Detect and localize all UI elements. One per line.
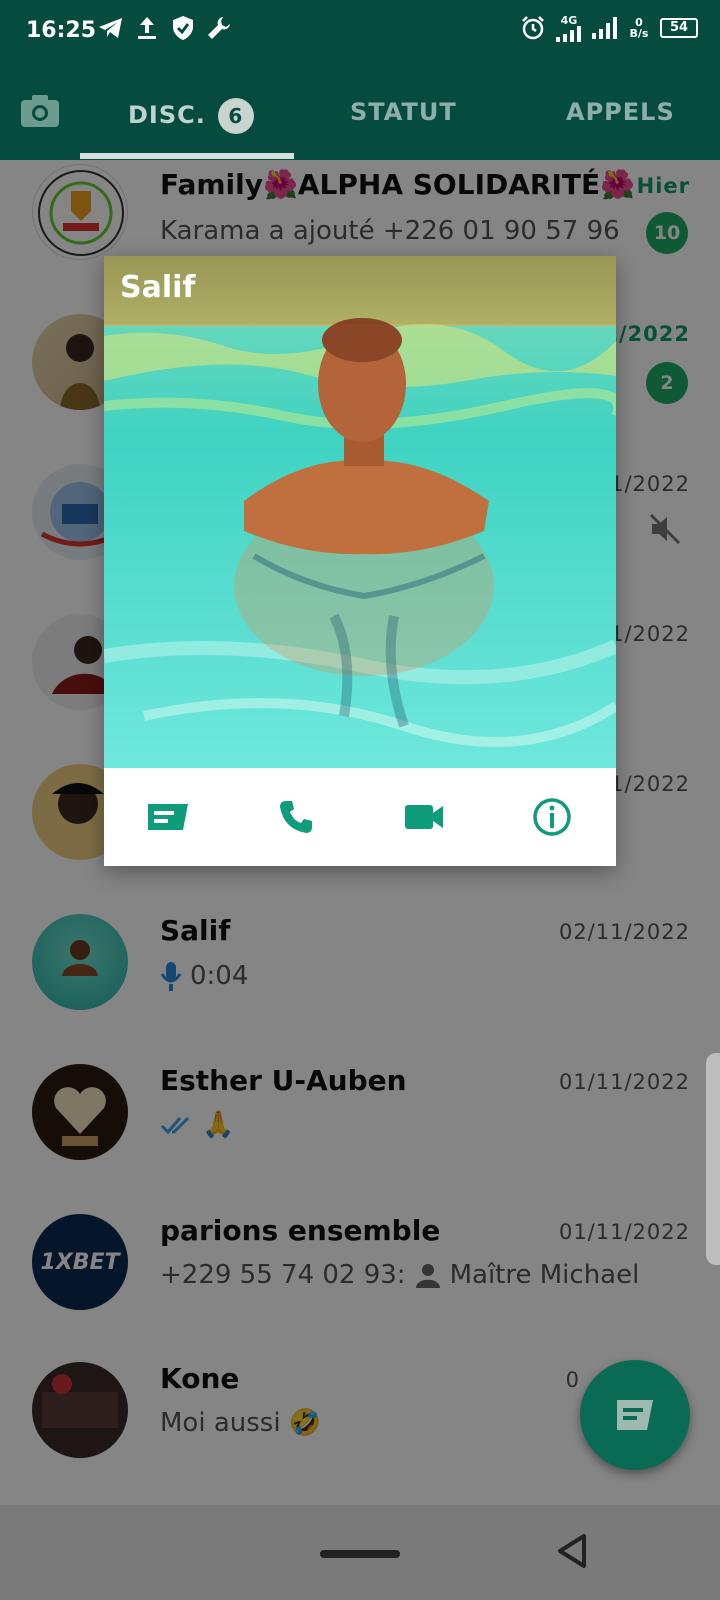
call-button[interactable] <box>266 787 326 847</box>
unread-chats-badge: 6 <box>217 98 254 134</box>
contact-profile-popup: Salif <box>104 256 616 866</box>
tab-appels[interactable]: APPELS <box>566 98 675 126</box>
network-type: 4G <box>560 13 578 27</box>
back-icon[interactable] <box>556 1533 588 1569</box>
call-icon <box>280 801 312 833</box>
shield-icon <box>170 14 196 42</box>
info-button[interactable] <box>522 787 582 847</box>
status-bar: 16:25 4G 0 B/s 54 <box>0 0 720 64</box>
status-time: 16:25 <box>26 18 97 43</box>
video-call-button[interactable] <box>394 787 454 847</box>
profile-contact-name: Salif <box>120 270 196 305</box>
upload-icon <box>134 14 160 42</box>
camera-icon[interactable] <box>20 94 60 128</box>
message-button[interactable] <box>138 787 198 847</box>
battery-icon: 54 <box>660 18 698 38</box>
data-rate: 0 B/s <box>629 16 649 40</box>
home-button[interactable] <box>320 1550 400 1558</box>
tab-discussions[interactable]: DISC. 6 <box>128 98 254 134</box>
new-chat-button[interactable] <box>580 1360 690 1470</box>
tab-indicator <box>80 153 294 159</box>
info-icon <box>533 798 571 836</box>
system-nav-bar <box>0 1505 720 1600</box>
signal-icon <box>592 14 618 42</box>
profile-photo[interactable] <box>104 256 616 768</box>
message-icon <box>148 804 188 830</box>
alarm-icon <box>520 14 546 42</box>
telegram-icon <box>98 14 124 42</box>
video-call-icon <box>405 805 443 829</box>
edge-panel-handle[interactable] <box>706 1053 720 1265</box>
app-header: DISC. 6 STATUT APPELS <box>0 64 720 160</box>
signal-4g-icon: 4G <box>554 14 584 42</box>
wrench-icon <box>206 14 232 42</box>
chat-icon <box>617 1400 653 1430</box>
tab-statut[interactable]: STATUT <box>350 98 457 126</box>
profile-actions <box>104 768 616 866</box>
